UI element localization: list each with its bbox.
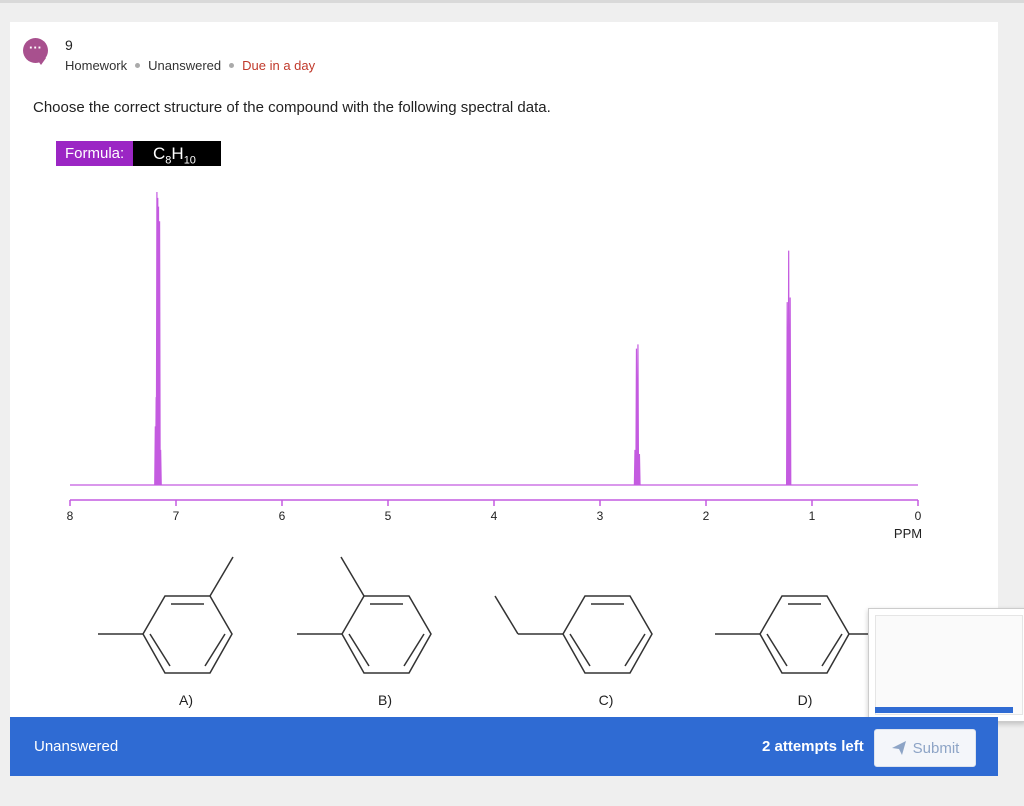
x-tick-label: 4 xyxy=(491,509,498,523)
x-tick-label: 1 xyxy=(809,509,816,523)
preview-thumbnail[interactable] xyxy=(868,608,1024,722)
thumbnail-content xyxy=(875,615,1023,715)
attempts-left: 2 attempts left xyxy=(762,738,864,755)
x-axis-label: PPM xyxy=(894,526,922,541)
x-tick-label: 2 xyxy=(703,509,710,523)
submit-button[interactable]: Submit xyxy=(874,729,976,767)
thumbnail-footer xyxy=(875,707,1013,713)
choice-a-label: A) xyxy=(179,692,193,708)
structure-b xyxy=(297,556,432,674)
x-tick-label: 7 xyxy=(173,509,180,523)
answer-status: Unanswered xyxy=(34,738,119,755)
structure-a xyxy=(98,556,234,674)
choice-d-label: D) xyxy=(798,692,813,708)
spectrum-trace xyxy=(70,191,918,486)
x-tick-label: 3 xyxy=(597,509,604,523)
answer-footer: Unanswered 2 attempts left Submit xyxy=(10,717,998,776)
x-tick-label: 6 xyxy=(279,509,286,523)
x-tick-label: 0 xyxy=(915,509,922,523)
choice-c-label: C) xyxy=(599,692,614,708)
structure-d xyxy=(715,595,870,674)
choice-b-label: B) xyxy=(378,692,392,708)
x-tick-label: 5 xyxy=(385,509,392,523)
paper-plane-icon xyxy=(891,741,906,755)
structure-c xyxy=(494,595,653,674)
x-tick-label: 8 xyxy=(67,509,74,523)
submit-label: Submit xyxy=(912,739,960,757)
